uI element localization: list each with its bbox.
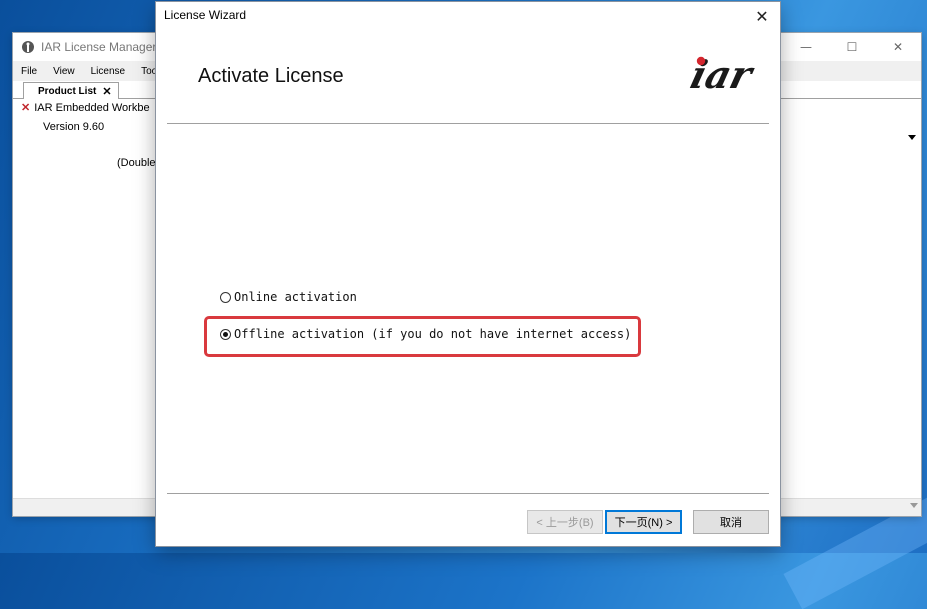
tab-product-list[interactable]: Product List ✕ <box>23 82 119 99</box>
license-manager-title: IAR License Manager 2 <box>41 40 167 54</box>
unlicensed-x-icon: ✕ <box>21 102 31 114</box>
footer-separator <box>167 493 769 495</box>
menu-file[interactable]: File <box>13 66 45 77</box>
offline-activation-radio[interactable] <box>220 328 231 340</box>
product-version: Version 9.60 <box>43 121 105 133</box>
dialog-close-icon[interactable]: ✕ <box>748 4 776 28</box>
close-icon[interactable]: ✕ <box>875 33 921 61</box>
product-item[interactable]: ✕ IAR Embedded Workbe <box>21 101 150 114</box>
product-name: IAR Embedded Workbe <box>34 102 150 114</box>
license-wizard-dialog: License Wizard ✕ Activate License iar On… <box>156 2 780 546</box>
tab-dropdown-icon[interactable] <box>906 131 918 143</box>
menu-view[interactable]: View <box>45 66 83 77</box>
product-hint: (Double <box>117 157 156 169</box>
online-activation-option[interactable]: Online activation <box>220 290 357 304</box>
cancel-button[interactable]: 取消 <box>693 510 769 534</box>
menu-license[interactable]: License <box>83 66 133 77</box>
next-button[interactable]: 下一页(N) > <box>605 510 682 534</box>
online-activation-radio[interactable] <box>220 291 231 303</box>
page-heading: Activate License <box>198 65 344 87</box>
window-caption-buttons: — ☐ ✕ <box>783 33 921 61</box>
iar-logo: iar <box>686 54 759 96</box>
offline-activation-label: Offline activation (if you do not have i… <box>234 327 632 341</box>
minimize-icon[interactable]: — <box>783 33 829 61</box>
tab-product-list-label: Product List <box>38 85 97 97</box>
app-icon <box>22 41 34 53</box>
online-activation-label: Online activation <box>234 290 357 304</box>
scroll-arrow-icon[interactable] <box>910 503 918 508</box>
dialog-title: License Wizard <box>164 8 247 22</box>
offline-activation-option[interactable]: Offline activation (if you do not have i… <box>220 327 631 341</box>
back-button[interactable]: < 上一步(B) <box>527 510 603 534</box>
maximize-icon[interactable]: ☐ <box>829 33 875 61</box>
tab-close-icon[interactable]: ✕ <box>102 85 111 98</box>
header-separator <box>167 123 769 125</box>
